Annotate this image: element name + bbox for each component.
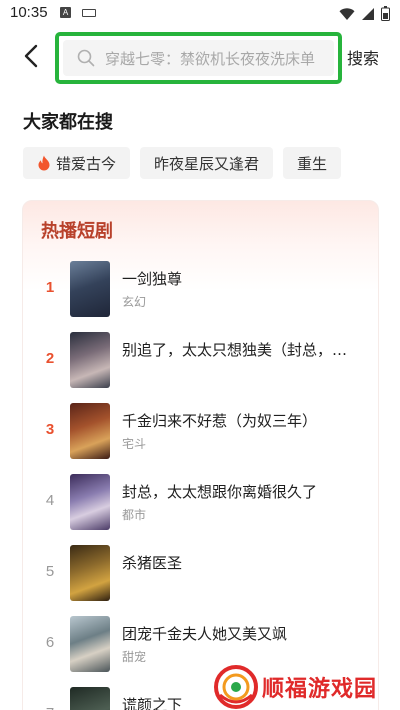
search-placeholder: 穿越七零：禁欲机长夜夜洗床单 xyxy=(105,49,316,68)
hot-drama-card: 热播短剧 1 一剑独尊 玄幻 2 别追了，太太只想独美（封总，… 3 千金归来不… xyxy=(22,200,379,710)
search-input[interactable]: 穿越七零：禁欲机长夜夜洗床单 xyxy=(63,40,334,76)
status-icons xyxy=(339,6,390,21)
drama-genre: 甜宠 xyxy=(122,650,147,664)
hot-drama-title: 热播短剧 xyxy=(41,221,113,242)
search-box[interactable]: 穿越七零：禁欲机长夜夜洗床单 xyxy=(55,32,342,84)
rank-number: 3 xyxy=(45,421,55,438)
drama-cover-image xyxy=(70,545,110,601)
fire-icon xyxy=(38,155,50,171)
drama-cover-image xyxy=(70,687,110,710)
rank-number: 2 xyxy=(45,350,55,367)
drama-list-item[interactable]: 5 杀猪医圣 xyxy=(23,545,380,601)
hot-search-chip[interactable]: 错爱古今 xyxy=(23,147,131,179)
rank-number: 4 xyxy=(45,492,55,509)
search-button[interactable]: 搜索 xyxy=(347,45,379,69)
chip-label: 昨夜星辰又逢君 xyxy=(154,154,260,173)
rank-number: 7 xyxy=(43,705,57,710)
drama-genre: 都市 xyxy=(122,508,147,522)
hot-search-chip[interactable]: 重生 xyxy=(283,147,342,179)
rank-number: 6 xyxy=(45,634,55,651)
wifi-icon xyxy=(339,7,355,20)
battery-icon xyxy=(381,6,390,21)
hot-search-chips: 错爱古今 昨夜星辰又逢君 重生 xyxy=(23,147,342,179)
drama-list-item[interactable]: 2 别追了，太太只想独美（封总，… xyxy=(23,332,380,388)
drama-title: 团宠千金夫人她又美又飒 xyxy=(122,625,288,643)
rank-number: 5 xyxy=(45,563,55,580)
status-time: 10:35 xyxy=(10,4,48,21)
hot-search-title: 大家都在搜 xyxy=(23,112,113,133)
watermark-logo-icon xyxy=(214,665,258,709)
chevron-left-icon xyxy=(24,44,38,68)
drama-list-item[interactable]: 1 一剑独尊 玄幻 xyxy=(23,261,380,317)
drama-title: 杀猪医圣 xyxy=(122,554,183,572)
search-icon xyxy=(77,49,95,67)
drama-title: 千金归来不好惹（为奴三年） xyxy=(122,412,318,430)
drama-cover-image xyxy=(70,616,110,672)
drama-cover-image xyxy=(70,261,110,317)
drama-title: 一剑独尊 xyxy=(122,270,183,288)
drama-list-item[interactable]: 4 封总，太太想跟你离婚很久了 都市 xyxy=(23,474,380,530)
watermark-text: 顺福游戏园 xyxy=(262,677,378,702)
drama-title: 封总，太太想跟你离婚很久了 xyxy=(122,483,318,501)
chip-label: 错爱古今 xyxy=(56,154,117,173)
keyboard-icon xyxy=(82,9,96,17)
watermark: 顺福游戏园 xyxy=(214,664,400,710)
drama-cover-image xyxy=(70,332,110,388)
drama-list-item[interactable]: 3 千金归来不好惹（为奴三年） 宅斗 xyxy=(23,403,380,459)
drama-cover-image xyxy=(70,403,110,459)
drama-genre: 玄幻 xyxy=(122,295,147,309)
rank-number: 1 xyxy=(45,279,55,296)
back-button[interactable] xyxy=(18,40,48,74)
drama-cover-image xyxy=(70,474,110,530)
status-bar: 10:35 A xyxy=(0,0,400,28)
drama-title: 别追了，太太只想独美（封总，… xyxy=(122,341,348,359)
hot-search-chip[interactable]: 昨夜星辰又逢君 xyxy=(140,147,274,179)
signal-icon xyxy=(362,7,374,20)
drama-genre: 宅斗 xyxy=(122,437,147,451)
chip-label: 重生 xyxy=(297,154,328,173)
app-notification-icon: A xyxy=(60,7,71,18)
